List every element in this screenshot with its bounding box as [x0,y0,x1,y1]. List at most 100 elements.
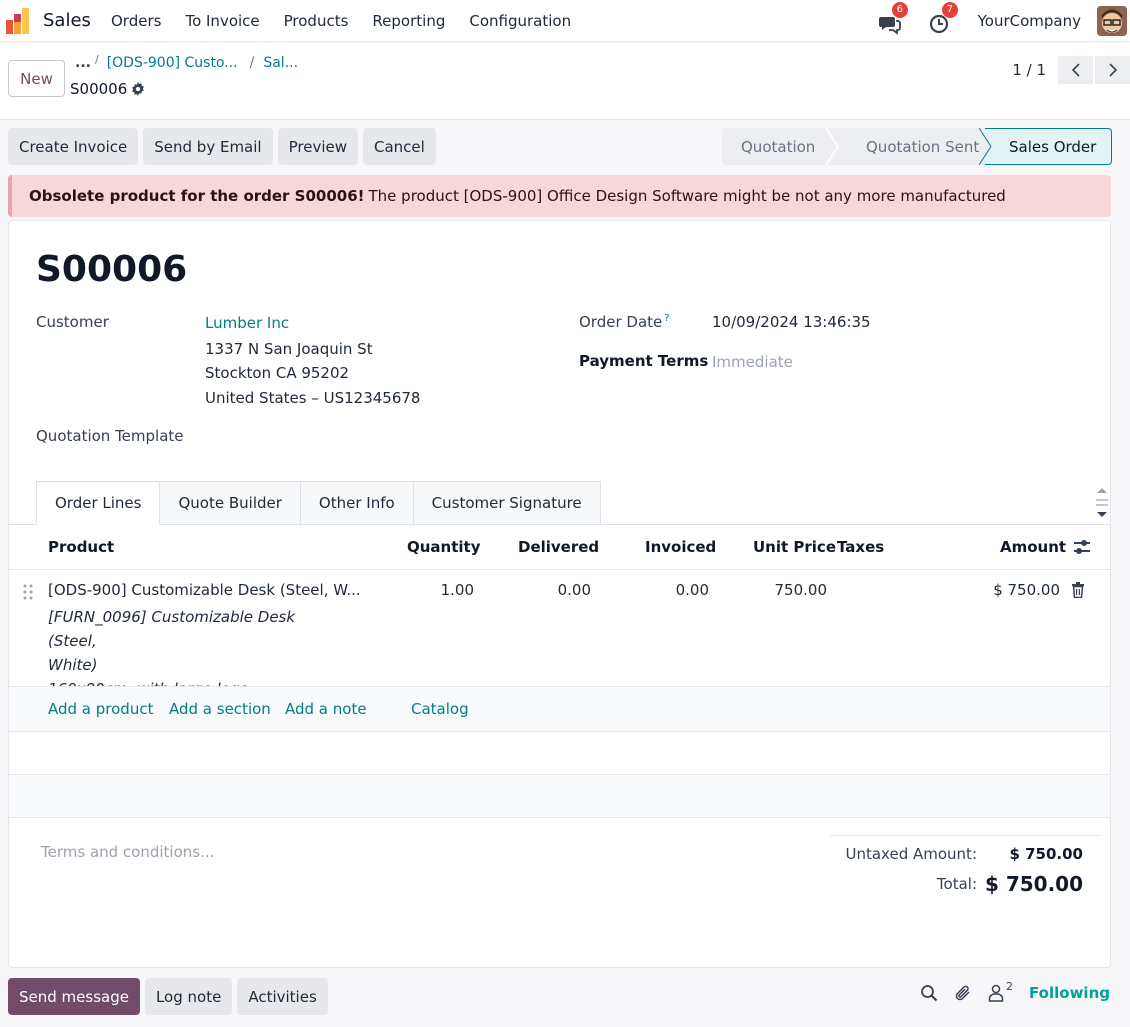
record-name: S00006 [70,80,145,98]
order-date-label-text: Order Date [579,313,663,331]
tab-quote-builder[interactable]: Quote Builder [160,481,301,525]
following-button[interactable]: Following [1029,984,1110,1002]
app-name[interactable]: Sales [43,10,91,31]
tab-scroll-arrows-icon[interactable] [1094,483,1110,523]
stage-quotation-sent[interactable]: Quotation Sent [832,128,992,165]
menu-to-invoice[interactable]: To Invoice [185,12,259,30]
menu-orders[interactable]: Orders [111,12,161,30]
pager-next-button[interactable] [1095,56,1130,84]
catalog-link[interactable]: Catalog [411,700,469,718]
line-invoiced: 0.00 [675,581,709,599]
customer-address-country: United States – US12345678 [205,389,421,407]
activities-button[interactable]: Activities [237,978,328,1015]
payment-terms-field[interactable]: Immediate [712,353,793,371]
trash-icon[interactable] [1071,582,1085,598]
create-invoice-button[interactable]: Create Invoice [8,128,139,165]
line-delivered[interactable]: 0.00 [509,581,591,599]
stage-quotation[interactable]: Quotation [722,128,839,165]
column-unit-price[interactable]: Unit Price [753,538,836,556]
user-icon [988,984,1004,1002]
top-navbar: Sales Orders To Invoice Products Reporti… [0,0,1130,42]
order-date-field[interactable]: 10/09/2024 13:46:35 [712,313,871,331]
breadcrumb-sales[interactable]: Sal... [263,55,298,71]
cancel-button[interactable]: Cancel [362,128,436,165]
column-quantity[interactable]: Quantity [407,538,481,556]
terms-input[interactable]: Terms and conditions... [41,843,214,861]
tab-order-lines[interactable]: Order Lines [36,481,161,525]
tab-other-info[interactable]: Other Info [300,481,414,525]
quotation-template-label: Quotation Template [36,427,184,445]
add-section-link[interactable]: Add a section [169,700,271,718]
help-tooltip-icon[interactable]: ? [664,313,669,324]
header-divider [9,569,1110,570]
stage-label: Quotation Sent [866,137,980,156]
user-avatar[interactable] [1097,6,1127,36]
new-button[interactable]: New [8,60,65,97]
untaxed-amount-label: Untaxed Amount: [845,845,978,863]
menu-configuration[interactable]: Configuration [469,12,571,30]
column-delivered[interactable]: Delivered [518,538,599,556]
chatter-topbar: 2 Following [920,980,1110,1002]
search-icon[interactable] [920,984,938,1002]
followers-count: 2 [1006,980,1014,993]
messages-badge: 6 [891,2,908,18]
pager: 1 / 1 [1012,56,1130,84]
total-label: Total: [936,875,977,893]
line-unit-price[interactable]: 750.00 [739,581,828,599]
column-taxes[interactable]: Taxes [837,538,884,556]
column-amount[interactable]: Amount [1000,538,1066,556]
log-note-button[interactable]: Log note [144,978,233,1015]
order-date-label: Order Date? [579,313,670,331]
messages-button[interactable]: 6 [878,2,908,35]
add-product-link[interactable]: Add a product [48,700,153,718]
pager-previous-button[interactable] [1058,56,1093,84]
customer-label: Customer [36,313,109,331]
drag-handle-icon[interactable] [23,584,33,600]
send-message-button[interactable]: Send message [8,978,140,1015]
order-title: S00006 [36,249,188,290]
navbar-systray: 6 7 YourCompany [878,0,1130,42]
customer-link[interactable]: Lumber Inc [205,314,289,332]
breadcrumb-more[interactable]: ... [75,55,91,71]
breadcrumb-separator: / [94,53,99,66]
line-product[interactable]: [ODS-900] Customizable Desk (Steel, W... [48,581,361,599]
menu-products[interactable]: Products [284,12,349,30]
activities-button[interactable]: 7 [928,2,958,34]
line-description-line: [FURN_0096] Customizable Desk (Steel, [48,608,296,650]
total-value: $ 750.00 [984,872,1083,896]
preview-button[interactable]: Preview [277,128,358,165]
company-switcher[interactable]: YourCompany [978,12,1081,30]
chevron-right-icon [1108,63,1117,77]
line-quantity[interactable]: 1.00 [409,581,474,599]
line-description-line: White) [48,656,98,674]
status-bar: Quotation Quotation Sent Sales Order [722,128,1112,165]
line-amount: $ 750.00 [993,581,1060,599]
column-product[interactable]: Product [48,538,114,556]
breadcrumb-product[interactable]: [ODS-900] Custo... [107,55,238,71]
row-divider [9,731,1110,732]
sales-app-icon[interactable] [6,8,32,34]
pager-value[interactable]: 1 / 1 [1012,61,1046,79]
customer-address-city: Stockton CA 95202 [205,364,350,382]
chatter-buttons: Send message Log note Activities [8,978,328,1015]
tab-customer-signature[interactable]: Customer Signature [413,481,601,525]
form-sheet: S00006 Customer Lumber Inc 1337 N San Jo… [8,220,1111,968]
customer-address-street: 1337 N San Joaquin St [205,340,373,358]
control-panel: New ... / [ODS-900] Custo... / Sal... S0… [0,43,1130,120]
stage-sales-order[interactable]: Sales Order [985,128,1112,165]
column-settings-icon[interactable] [1073,538,1091,556]
followers-button[interactable]: 2 [988,980,1013,1002]
add-note-link[interactable]: Add a note [285,700,367,718]
row-divider [9,817,1110,818]
stage-arrow-icon [826,128,839,165]
gear-icon[interactable] [131,82,145,96]
send-by-email-button[interactable]: Send by Email [143,128,273,165]
stage-label: Quotation [741,137,816,156]
menu-reporting[interactable]: Reporting [372,12,445,30]
obsolete-product-alert: Obsolete product for the order S00006! T… [8,175,1111,217]
main-menu: Orders To Invoice Products Reporting Con… [111,12,595,30]
column-invoiced[interactable]: Invoiced [645,538,716,556]
activities-badge: 7 [941,2,958,18]
breadcrumb-separator: / [249,55,255,71]
paperclip-icon[interactable] [954,984,972,1002]
